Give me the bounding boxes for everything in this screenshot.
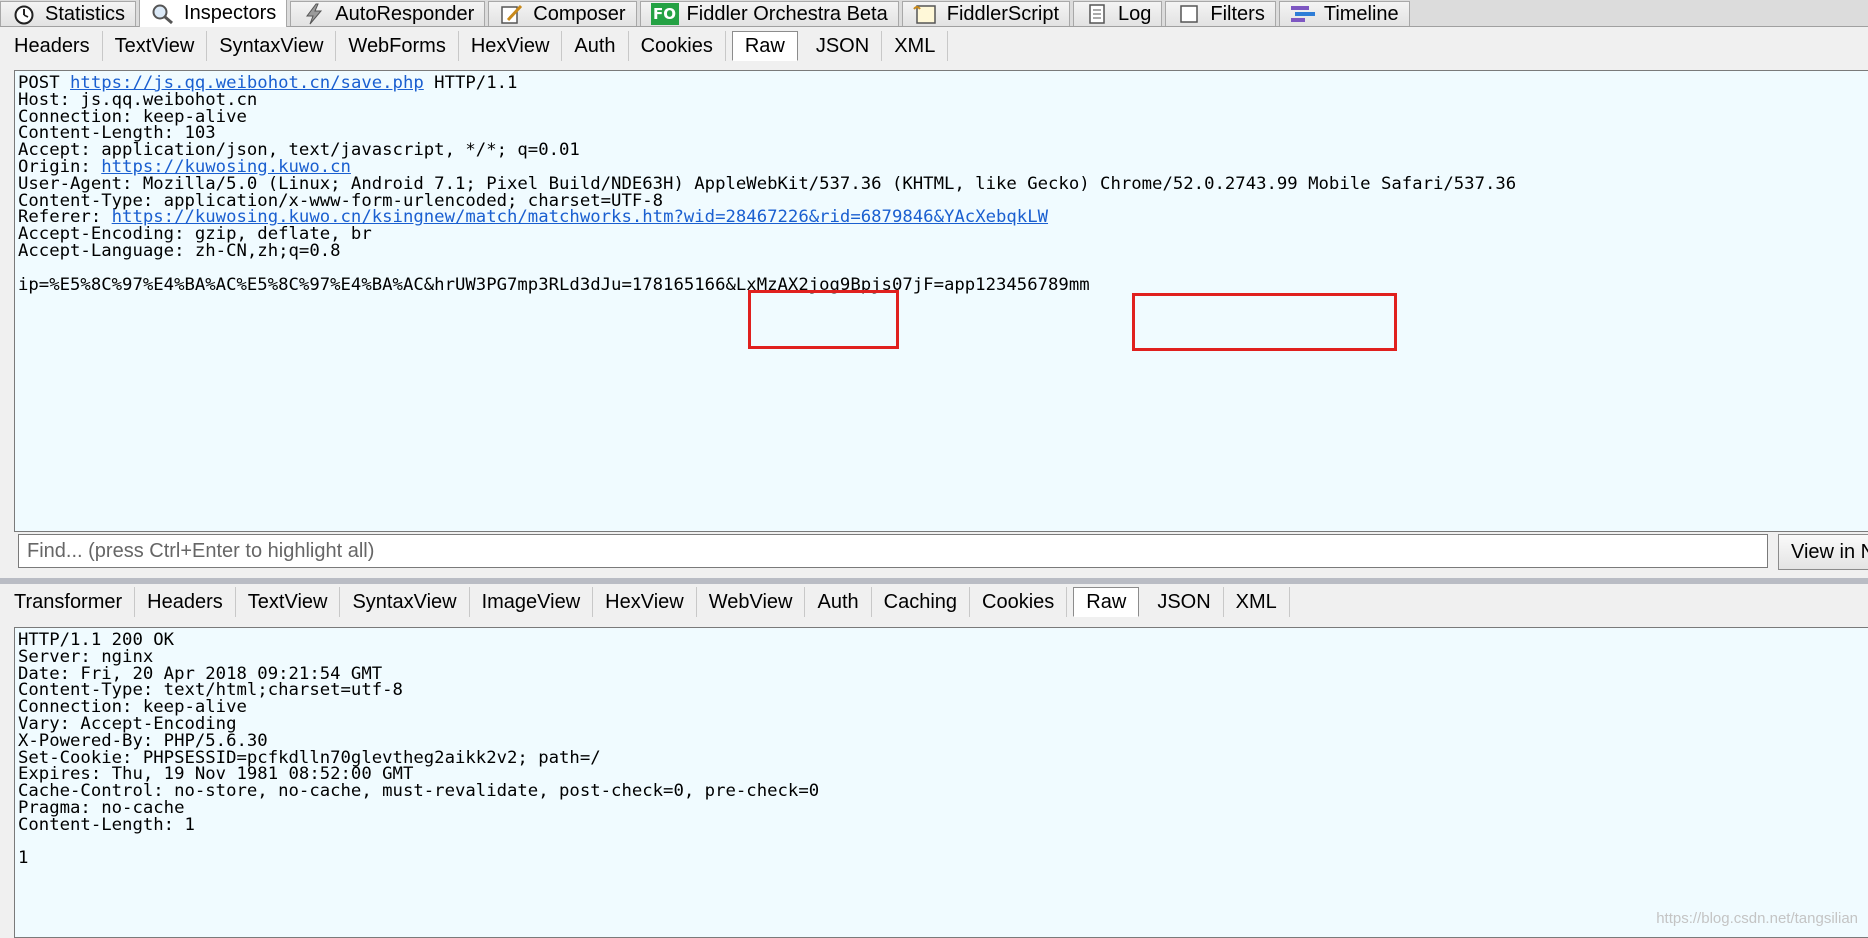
request-tab-webforms[interactable]: WebForms	[336, 31, 459, 61]
response-tab-transformer[interactable]: Transformer	[2, 587, 136, 617]
tab-fiddlerscript[interactable]: FiddlerScript	[901, 1, 1071, 26]
request-tab-auth[interactable]: Auth	[562, 31, 629, 61]
request-tab-cookies[interactable]: Cookies	[629, 31, 726, 61]
request-tab-bar: Headers TextView SyntaxView WebForms Hex…	[0, 29, 1868, 63]
response-body: 1	[18, 848, 29, 869]
tab-fiddlerscript-label: FiddlerScript	[946, 2, 1060, 25]
tab-inspectors[interactable]: Inspectors	[139, 0, 288, 27]
highlight-box-value	[748, 290, 899, 349]
pane-splitter[interactable]	[0, 578, 1868, 584]
request-tab-headers[interactable]: Headers	[2, 31, 103, 61]
tab-composer[interactable]: Composer	[488, 1, 637, 26]
pencil-icon	[499, 3, 525, 25]
tab-autoresponder-label: AutoResponder	[335, 2, 475, 25]
find-input[interactable]: Find... (press Ctrl+Enter to highlight a…	[18, 534, 1768, 568]
response-tab-caching[interactable]: Caching	[872, 587, 971, 617]
tab-filters[interactable]: Filters	[1165, 1, 1276, 26]
response-tab-bar: Transformer Headers TextView SyntaxView …	[0, 585, 1868, 619]
log-icon	[1084, 3, 1110, 25]
timeline-icon	[1290, 3, 1316, 25]
js-script-icon	[912, 3, 939, 25]
request-tab-syntaxview[interactable]: SyntaxView	[207, 31, 337, 61]
response-tab-imageview[interactable]: ImageView	[470, 587, 594, 617]
lightning-icon	[301, 3, 327, 25]
request-tab-raw[interactable]: Raw	[731, 31, 798, 61]
tab-timeline[interactable]: Timeline	[1278, 1, 1410, 26]
tab-statistics[interactable]: Statistics	[0, 1, 137, 26]
response-tab-xml[interactable]: XML	[1224, 587, 1290, 617]
view-in-notepad-button[interactable]: View in Notepad	[1778, 534, 1868, 570]
header-accept-language: Accept-Language: zh-CN,zh;q=0.8	[18, 240, 341, 261]
tab-fiddler-orchestra[interactable]: FO Fiddler Orchestra Beta	[639, 1, 899, 26]
tab-statistics-label: Statistics	[45, 2, 126, 25]
find-bar: Find... (press Ctrl+Enter to highlight a…	[14, 534, 1868, 570]
response-tab-raw[interactable]: Raw	[1073, 587, 1140, 617]
highlight-box-app-key	[1132, 293, 1397, 351]
tab-composer-label: Composer	[533, 2, 626, 25]
request-protocol: HTTP/1.1	[423, 73, 518, 93]
response-tab-json[interactable]: JSON	[1145, 587, 1224, 617]
response-tab-hexview[interactable]: HexView	[593, 587, 697, 617]
tab-timeline-label: Timeline	[1323, 2, 1399, 25]
response-raw-pane[interactable]: HTTP/1.1 200 OK Server: nginx Date: Fri,…	[14, 627, 1868, 938]
watermark-text: https://blog.csdn.net/tangsilian	[1656, 910, 1858, 927]
main-tab-bar: Statistics Inspectors AutoResponder Comp…	[0, 0, 1868, 27]
checkbox-icon	[1176, 3, 1202, 25]
request-tab-textview[interactable]: TextView	[103, 31, 208, 61]
tab-inspectors-label: Inspectors	[184, 2, 277, 24]
tab-filters-label: Filters	[1210, 2, 1265, 25]
tab-log[interactable]: Log	[1073, 1, 1163, 26]
request-tab-xml[interactable]: XML	[882, 31, 949, 61]
request-body: ip=%E5%8C%97%E4%BA%AC%E5%8C%97%E4%BA%AC&…	[18, 274, 1090, 295]
response-tab-textview[interactable]: TextView	[236, 587, 341, 617]
response-tab-cookies[interactable]: Cookies	[970, 587, 1068, 617]
request-raw-text: POST https://js.qq.weibohot.cn/save.php …	[15, 71, 1868, 293]
tab-fiddler-orchestra-label: Fiddler Orchestra Beta	[686, 2, 888, 25]
response-tab-webview[interactable]: WebView	[697, 587, 806, 617]
response-tab-headers[interactable]: Headers	[135, 587, 236, 617]
response-tab-syntaxview[interactable]: SyntaxView	[340, 587, 470, 617]
response-raw-text: HTTP/1.1 200 OK Server: nginx Date: Fri,…	[15, 628, 1868, 867]
request-tab-hexview[interactable]: HexView	[459, 31, 563, 61]
tab-autoresponder[interactable]: AutoResponder	[290, 1, 486, 26]
response-header-content-length: Content-Length: 1	[18, 814, 195, 835]
request-raw-pane[interactable]: POST https://js.qq.weibohot.cn/save.php …	[14, 70, 1868, 532]
tab-log-label: Log	[1118, 2, 1152, 25]
fo-badge-icon: FO	[650, 3, 679, 25]
request-tab-json[interactable]: JSON	[804, 31, 883, 61]
stopwatch-icon	[11, 3, 37, 25]
response-tab-auth[interactable]: Auth	[805, 587, 872, 617]
magnifier-icon	[150, 3, 176, 25]
